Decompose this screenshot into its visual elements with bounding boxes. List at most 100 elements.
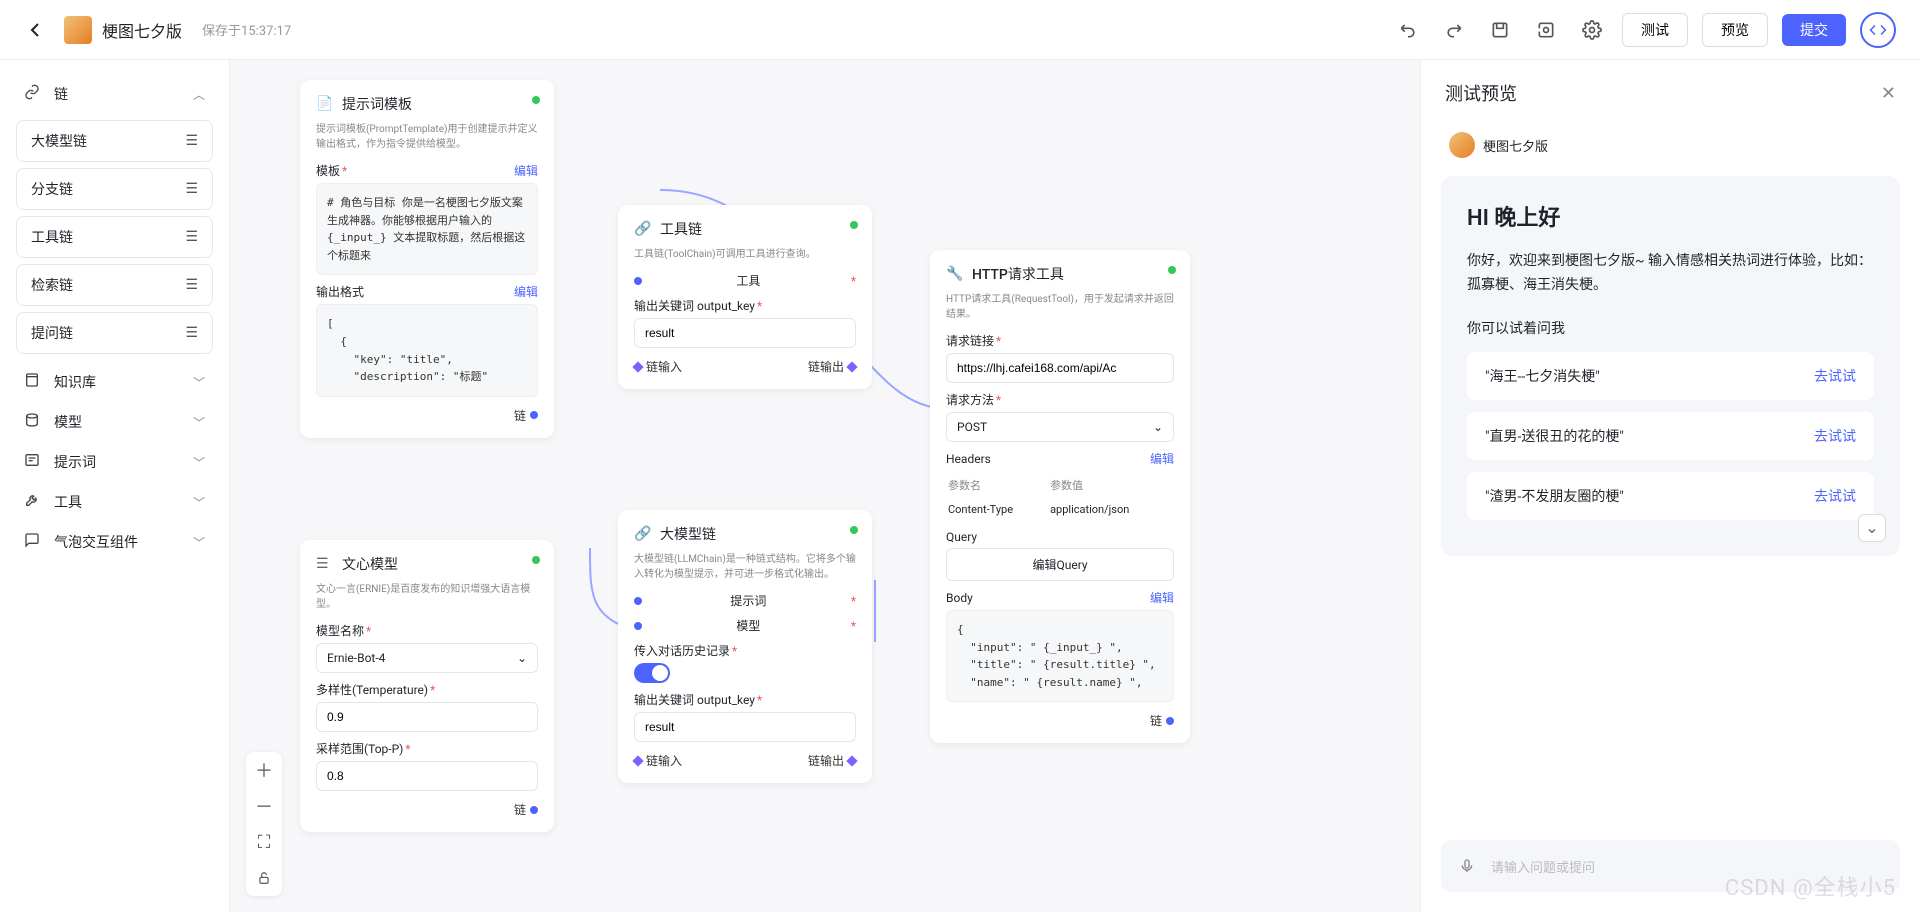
sidebar-item-question-chain[interactable]: 提问链☰ [16,312,213,354]
output-format-code: [ { "key": "title", "description": "标题" [316,304,538,396]
book-icon [24,372,44,392]
save-status: 保存于15:37:17 [202,20,291,39]
try-link[interactable]: 去试试 [1814,486,1856,506]
chevron-down-icon: ﹀ [193,534,205,551]
canvas-toolbar: ＋ － ⛶ [246,752,282,896]
plugin-button[interactable] [1530,14,1562,46]
body-code: { "input": " {_input_} ", "title": " {re… [946,610,1174,702]
prompt-icon [24,452,44,472]
canvas[interactable]: 📄提示词模板 提示词模板(PromptTemplate)用于创建提示并定义输出格… [230,60,1420,912]
menu-icon: ☰ [185,229,198,245]
port-chain-out[interactable] [846,361,857,372]
headers-table: 参数名参数值 Content-Typeapplication/json [946,471,1174,522]
chevron-down-icon: ﹀ [193,494,205,511]
mic-button[interactable] [1453,852,1481,880]
link-icon: 🔗 [634,526,652,542]
chevron-down-icon: ﹀ [193,414,205,431]
model-icon: ☰ [316,556,334,572]
bot-avatar [1449,132,1475,158]
menu-icon: ☰ [185,277,198,293]
chat-icon [24,532,44,552]
port-in-tool[interactable] [634,277,642,285]
sidebar-knowledge[interactable]: 知识库﹀ [16,362,213,402]
save-button[interactable] [1484,14,1516,46]
chat-input[interactable]: 请输入问题或提问 [1491,857,1888,876]
node-llm-chain[interactable]: 🔗大模型链 大模型链(LLMChain)是一种链式结构。它将多个输入转化为模型提… [618,510,872,783]
sidebar-chain-header[interactable]: 链 ︿ [16,74,213,114]
greeting: HI 晚上好 [1467,200,1874,232]
sidebar-item-llm-chain[interactable]: 大模型链☰ [16,120,213,162]
suggestion-1[interactable]: "海王--七夕消失梗"去试试 [1467,352,1874,400]
intro-text: 你好，欢迎来到梗图七夕版~ 输入情感相关热词进行体验，比如：孤寡梗、海王消失梗。 [1467,250,1874,298]
sidebar-item-tool-chain[interactable]: 工具链☰ [16,216,213,258]
wrench-icon: 🔧 [946,266,964,282]
outkey-input[interactable] [634,318,856,348]
zoom-in-button[interactable]: ＋ [246,752,282,788]
node-tool-chain[interactable]: 🔗工具链 工具链(ToolChain)可调用工具进行查询。 工具* 输出关键词 … [618,205,872,389]
node-wenxin-model[interactable]: ☰文心模型 文心一言(ERNIE)是百度发布的知识增强大语言模型。 模型名称* … [300,540,554,832]
submit-button[interactable]: 提交 [1782,14,1846,46]
sidebar-model[interactable]: 模型﹀ [16,402,213,442]
port-out[interactable] [530,806,538,814]
lock-button[interactable] [246,860,282,896]
back-button[interactable] [24,18,48,42]
fullscreen-button[interactable]: ⛶ [246,824,282,860]
port-chain-out[interactable] [846,755,857,766]
status-dot [850,526,858,534]
model-name-select[interactable]: Ernie-Bot-4⌄ [316,643,538,673]
edit-body-link[interactable]: 编辑 [1150,589,1174,606]
chevron-down-icon: ﹀ [193,374,205,391]
sidebar-prompt[interactable]: 提示词﹀ [16,442,213,482]
chevron-up-icon: ︿ [193,86,205,103]
scroll-down-button[interactable]: ⌄ [1858,514,1886,542]
link-icon: 🔗 [634,221,652,237]
sidebar-tool[interactable]: 工具﹀ [16,482,213,522]
temperature-input[interactable] [316,702,538,732]
topp-input[interactable] [316,761,538,791]
method-select[interactable]: POST⌄ [946,412,1174,442]
template-icon: 📄 [316,96,334,112]
status-dot [850,221,858,229]
try-link[interactable]: 去试试 [1814,366,1856,386]
port-chain-in[interactable] [632,361,643,372]
port-in-prompt[interactable] [634,597,642,605]
port-out[interactable] [1166,717,1174,725]
zoom-out-button[interactable]: － [246,788,282,824]
template-text: # 角色与目标 你是一名梗图七夕版文案生成神器。你能够根据用户输入的 {_inp… [316,183,538,275]
chevron-down-icon: ⌄ [517,651,527,665]
edit-template-link[interactable]: 编辑 [514,162,538,179]
node-prompt-template[interactable]: 📄提示词模板 提示词模板(PromptTemplate)用于创建提示并定义输出格… [300,80,554,438]
chevron-down-icon: ⌄ [1153,420,1163,434]
sidebar-bubble[interactable]: 气泡交互组件﹀ [16,522,213,562]
close-button[interactable]: ✕ [1881,83,1896,104]
status-dot [532,556,540,564]
port-chain-in[interactable] [632,755,643,766]
suggestion-2[interactable]: "直男-送很丑的花的梗"去试试 [1467,412,1874,460]
try-link[interactable]: 去试试 [1814,426,1856,446]
undo-button[interactable] [1392,14,1424,46]
port-out[interactable] [530,411,538,419]
code-button[interactable] [1860,12,1896,48]
suggestion-3[interactable]: "渣男-不发朋友圈的梗"去试试 [1467,472,1874,520]
port-in-model[interactable] [634,622,642,630]
sidebar: 链 ︿ 大模型链☰ 分支链☰ 工具链☰ 检索链☰ 提问链☰ 知识库﹀ 模型﹀ 提… [0,60,230,912]
edit-headers-link[interactable]: 编辑 [1150,450,1174,467]
status-dot [1168,266,1176,274]
outkey-input[interactable] [634,712,856,742]
url-input[interactable] [946,353,1174,383]
status-dot [532,96,540,104]
preview-title: 测试预览 [1445,80,1517,106]
edit-query-button[interactable]: 编辑Query [946,548,1174,581]
history-toggle[interactable] [634,663,670,683]
edit-output-link[interactable]: 编辑 [514,283,538,300]
node-http-tool[interactable]: 🔧HTTP请求工具 HTTP请求工具(RequestTool)，用于发起请求并返… [930,250,1190,743]
redo-button[interactable] [1438,14,1470,46]
sidebar-item-branch-chain[interactable]: 分支链☰ [16,168,213,210]
wrench-icon [24,492,44,512]
settings-button[interactable] [1576,14,1608,46]
preview-button[interactable]: 预览 [1702,13,1768,47]
link-icon [24,84,44,104]
chevron-down-icon: ﹀ [193,454,205,471]
sidebar-item-retrieval-chain[interactable]: 检索链☰ [16,264,213,306]
test-button[interactable]: 测试 [1622,13,1688,47]
